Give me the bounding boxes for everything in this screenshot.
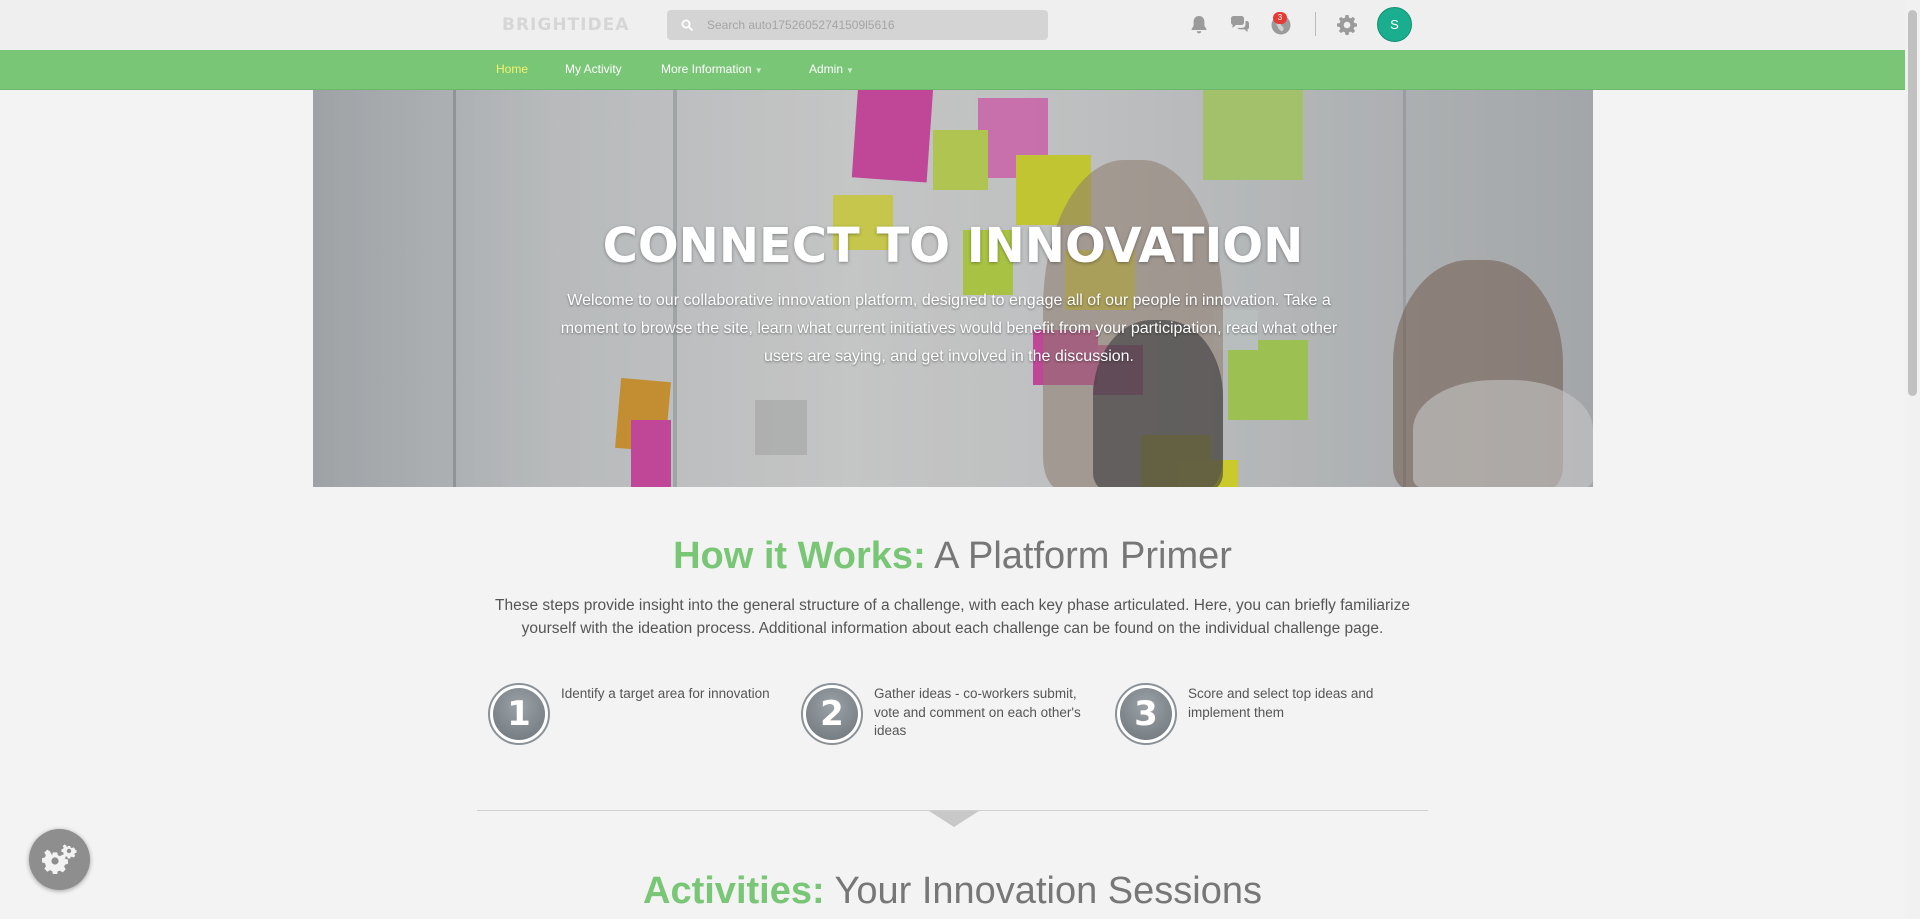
step-text: Score and select top ideas and implement… bbox=[1188, 686, 1374, 720]
how-it-works-title-rest: A Platform Primer bbox=[925, 535, 1232, 577]
nav-home-label: Home bbox=[496, 62, 529, 76]
chevron-down-icon: ▼ bbox=[754, 66, 763, 75]
activities-title: Activities: Your Innovation Sessions bbox=[0, 870, 1905, 913]
gear-icon[interactable] bbox=[1335, 13, 1359, 37]
step-text: Identify a target area for innovation bbox=[561, 686, 770, 701]
gears-icon bbox=[42, 844, 77, 874]
nav-admin-label: Admin bbox=[809, 62, 844, 76]
step-2: 2 Gather ideas - co-workers submit, vote… bbox=[801, 683, 1101, 753]
hero-description: Welcome to our collaborative innovation … bbox=[560, 292, 1338, 365]
nav-more-information-label: More Information bbox=[661, 62, 752, 76]
nav-home[interactable]: Home bbox=[496, 50, 528, 89]
activities-title-rest: Your Innovation Sessions bbox=[824, 870, 1262, 912]
notification-count-badge: 3 bbox=[1273, 12, 1287, 24]
how-it-works-title: How it Works: A Platform Primer bbox=[0, 535, 1905, 578]
floating-settings-button[interactable] bbox=[29, 829, 90, 890]
chevron-down-icon: ▼ bbox=[846, 66, 854, 75]
step-number-badge: 2 bbox=[801, 683, 863, 745]
nav-admin[interactable]: Admin ▼ bbox=[809, 50, 854, 89]
step-number: 2 bbox=[806, 688, 858, 740]
step-number: 1 bbox=[493, 688, 545, 740]
divider-arrow-icon bbox=[929, 811, 979, 827]
bell-icon[interactable] bbox=[1187, 13, 1211, 37]
search-input[interactable] bbox=[705, 17, 1029, 33]
top-bar: BRIGHTIDEA 3 S bbox=[0, 0, 1905, 51]
hero-title: CONNECT TO INNOVATION bbox=[602, 218, 1304, 274]
user-avatar[interactable]: S bbox=[1377, 7, 1412, 42]
step-number-badge: 1 bbox=[488, 683, 550, 745]
chat-icon[interactable] bbox=[1228, 13, 1252, 37]
search-icon bbox=[681, 19, 693, 31]
nav-my-activity-label: My Activity bbox=[565, 62, 622, 76]
hero-banner: CONNECT TO INNOVATION Welcome to our col… bbox=[313, 90, 1593, 487]
step-1: 1 Identify a target area for innovation bbox=[488, 683, 788, 753]
nav-my-activity[interactable]: My Activity bbox=[565, 50, 622, 89]
step-number-badge: 3 bbox=[1115, 683, 1177, 745]
how-it-works-title-highlight: How it Works: bbox=[673, 535, 926, 577]
page-scrollbar[interactable] bbox=[1905, 0, 1920, 919]
brightidea-logo[interactable]: BRIGHTIDEA bbox=[502, 15, 629, 35]
step-3: 3 Score and select top ideas and impleme… bbox=[1115, 683, 1415, 753]
scrollbar-thumb[interactable] bbox=[1908, 10, 1917, 396]
step-number: 3 bbox=[1120, 688, 1172, 740]
how-it-works-description: These steps provide insight into the gen… bbox=[495, 597, 1410, 637]
step-text: Gather ideas - co-workers submit, vote a… bbox=[874, 686, 1081, 738]
nav-more-information[interactable]: More Information ▼ bbox=[661, 50, 763, 89]
toolbar-divider bbox=[1315, 12, 1316, 36]
activities-title-highlight: Activities: bbox=[643, 870, 825, 912]
search-box[interactable] bbox=[667, 10, 1048, 40]
main-nav: Home My Activity More Information ▼ Admin… bbox=[0, 50, 1905, 90]
